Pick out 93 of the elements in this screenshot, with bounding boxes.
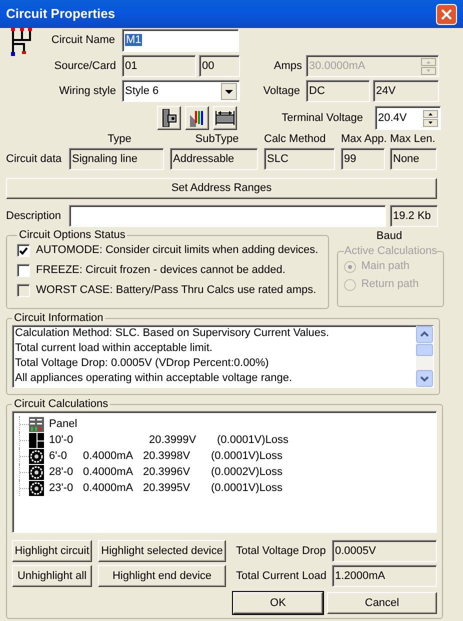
group-title: Circuit Options Status (18, 229, 126, 242)
voltage-value-field[interactable]: 24V (373, 80, 439, 102)
tree-item-name[interactable]: 23'-0 (49, 482, 83, 494)
field-label: Description (6, 210, 62, 222)
close-icon[interactable] (436, 4, 457, 24)
group-title: Circuit Calculations (13, 398, 110, 411)
circuit-data-field[interactable]: SLC (264, 148, 335, 170)
tree-item-loss: (0.0002V)Loss (211, 464, 283, 480)
checkbox-label: WORST CASE: Battery/Pass Thru Calcs use rated amps. (36, 284, 316, 297)
column-header: SubType (194, 133, 240, 146)
radio-label: Main path (361, 260, 410, 273)
total-field[interactable]: 1.2000mA (332, 565, 437, 587)
tree-item-current: 0.4000mA (83, 464, 134, 480)
spin-up-icon[interactable] (423, 110, 438, 118)
baud-rate-field[interactable]: 19.2 Kb (390, 205, 438, 227)
column-header: Max App. (341, 133, 388, 146)
terminal-voltage-field[interactable]: 20.4V (375, 106, 441, 130)
set-address-button[interactable]: Set Address Ranges (6, 178, 437, 199)
field-label: Circuit Name (51, 33, 116, 48)
field-label: Circuit data (6, 152, 63, 166)
information-text-area[interactable] (12, 325, 434, 388)
checkbox[interactable] (17, 264, 30, 277)
baud-label: Baud (375, 229, 404, 244)
tree-item-loss: (0.0001V)Loss (211, 448, 283, 464)
circuit-data-field[interactable]: None (390, 148, 437, 170)
tree-item-current: 0.4000mA (83, 448, 134, 464)
spin-down-icon[interactable] (423, 118, 438, 126)
wires-icon (188, 109, 206, 127)
connector-icon (160, 109, 178, 127)
tree-item-loss: (0.0001V)Loss (217, 432, 289, 448)
total-field[interactable]: 0.0005V (332, 540, 437, 562)
calculations-tree[interactable]: Panel 10'-0 20.3999V (0.0001V)Loss 6'-0 0.4000mA 20.3998V (0.0001V)Loss 28'-0 0.4000mA 20.3996V (0.0002V)Loss 23'-0 0.4000mA 20.3995V (0.0001V)Loss (12, 411, 437, 533)
field-label: Terminal Voltage (280, 112, 363, 124)
column-header: Calc Method (264, 133, 327, 146)
information-line: Calculation Method: SLC. Based on Supervisory Current Values. (15, 326, 330, 341)
device-icon (29, 448, 44, 464)
tree-item-current: 0.4000mA (83, 480, 134, 496)
field-label: Total Current Load (236, 570, 328, 582)
source-field[interactable]: 01 (122, 55, 196, 77)
scroll-thumb[interactable] (416, 344, 433, 356)
field-label: Source/Card (53, 60, 116, 72)
wiring-tool-button[interactable] (157, 106, 181, 130)
checkbox[interactable] (17, 244, 30, 257)
tree-item-loss: (0.0001V)Loss (211, 480, 283, 496)
tree-item-name[interactable]: 10'-0 (49, 434, 83, 446)
group-title: Circuit Information (13, 312, 104, 325)
circuit-data-field[interactable]: Signaling line (69, 148, 164, 170)
module-icon (29, 432, 44, 448)
tree-item-voltage: 20.3999V (149, 432, 198, 448)
group-title: Active Calculations (344, 245, 438, 258)
wiring-tool-button[interactable] (185, 106, 209, 130)
field-label: Wiring style (58, 84, 116, 98)
column-header: Max Len. (390, 133, 436, 146)
highlight-button[interactable]: Highlight end device (98, 565, 226, 587)
checkbox-label: AUTOMODE: Consider circuit limits when adding devices. (36, 244, 318, 257)
wiring-style-dropdown[interactable]: Style 6 (122, 80, 240, 102)
information-line: Total current load within acceptable limit. (15, 341, 214, 356)
column-header: Type (106, 133, 132, 146)
dialog-button[interactable]: Cancel (327, 592, 437, 614)
scroll-down-icon[interactable] (416, 370, 433, 387)
description-field[interactable] (69, 205, 386, 227)
highlight-button[interactable]: Unhighlight all (12, 565, 92, 587)
tree-item-name[interactable]: 28'-0 (49, 466, 83, 478)
tree-item-voltage: 20.3998V (143, 448, 192, 464)
tree-item-name[interactable]: Panel (49, 418, 83, 430)
voltage-type-field[interactable]: DC (306, 80, 370, 102)
checkbox-label: FREEZE: Circuit frozen - devices cannot be added. (36, 264, 286, 277)
length-icon (215, 109, 235, 127)
information-line: All appliances operating within acceptable voltage range. (15, 371, 294, 386)
tree-item-name[interactable]: 6'-0 (49, 450, 83, 462)
information-line: Total Voltage Drop: 0.0005V (VDrop Percent:0.00%) (15, 356, 270, 371)
window-title: Circuit Properties (6, 5, 116, 24)
field-label: Amps (272, 60, 302, 72)
card-field[interactable]: 00 (199, 55, 240, 77)
field-label: Total Voltage Drop (236, 544, 327, 558)
circuit-data-field[interactable]: Addressable (170, 148, 258, 170)
scrollbar[interactable] (416, 326, 433, 387)
circuit-icon (9, 28, 35, 56)
circuit-name-field[interactable]: M1 (122, 29, 239, 52)
tree-item-voltage: 20.3996V (143, 464, 192, 480)
circuit-data-field[interactable]: 99 (341, 148, 385, 170)
checkmark-icon (19, 246, 28, 254)
device-icon (29, 480, 44, 496)
wiring-tool-button[interactable] (213, 106, 237, 130)
highlight-button[interactable]: Highlight circuit (12, 540, 92, 562)
field-label: Voltage (262, 84, 300, 98)
highlight-button[interactable]: Highlight selected device (98, 540, 226, 562)
radio-label: Return path (361, 278, 419, 291)
device-icon (29, 464, 44, 480)
tree-item-voltage: 20.3995V (143, 480, 192, 496)
panel-icon (29, 416, 44, 432)
dialog-button[interactable]: OK (233, 592, 323, 614)
scroll-up-icon[interactable] (416, 326, 433, 343)
